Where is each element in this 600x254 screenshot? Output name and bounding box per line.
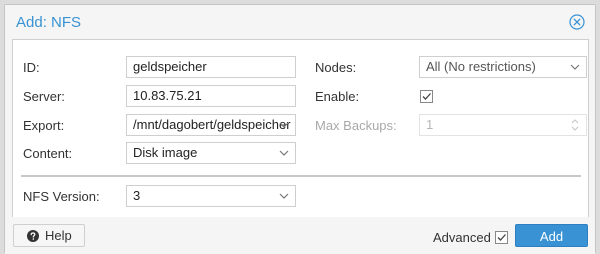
max-backups-input[interactable]: 1: [419, 114, 587, 136]
add-label: Add: [539, 229, 564, 244]
enable-checkbox[interactable]: [420, 90, 433, 103]
checkmark-icon: [422, 93, 431, 100]
max-backups-label: Max Backups:: [315, 118, 397, 133]
export-value: /mnt/dagobert/geldspeicher: [133, 117, 291, 132]
chevron-down-icon: [279, 193, 289, 199]
nfs-version-value: 3: [133, 188, 141, 203]
chevron-down-icon: [279, 150, 289, 156]
question-circle-icon: [27, 230, 39, 242]
help-label: Help: [45, 228, 72, 243]
export-label: Export:: [23, 118, 65, 133]
nodes-value: All (No restrictions): [426, 59, 536, 74]
advanced-label: Advanced: [433, 230, 491, 245]
max-backups-value: 1: [426, 117, 434, 132]
spinner-arrows-icon: [571, 119, 579, 131]
nfs-version-label: NFS Version:: [23, 189, 100, 204]
section-divider: [21, 175, 581, 177]
export-select[interactable]: /mnt/dagobert/geldspeicher: [126, 114, 296, 136]
checkmark-icon: [497, 234, 506, 241]
content-value: Disk image: [133, 145, 198, 160]
chevron-down-icon: [279, 122, 289, 128]
id-value: geldspeicher: [133, 59, 207, 74]
enable-label: Enable:: [315, 89, 360, 104]
close-icon[interactable]: [569, 14, 585, 30]
nfs-version-select[interactable]: 3: [126, 185, 296, 207]
nodes-select[interactable]: All (No restrictions): [419, 56, 587, 78]
dialog-titlebar: Add: NFS: [5, 5, 595, 39]
add-button[interactable]: Add: [515, 224, 588, 247]
server-input[interactable]: 10.83.75.21: [126, 85, 296, 107]
dialog-footer: Help Advanced Add: [5, 217, 595, 254]
help-button[interactable]: Help: [13, 224, 85, 247]
content-label: Content:: [23, 146, 73, 161]
dialog-title: Add: NFS: [16, 14, 82, 31]
nodes-label: Nodes:: [315, 60, 357, 75]
content-select[interactable]: Disk image: [126, 142, 296, 164]
advanced-checkbox[interactable]: [495, 231, 508, 244]
dialog-body: ID: geldspeicher Server: 10.83.75.21 Exp…: [12, 39, 589, 217]
add-nfs-dialog: Add: NFS ID: geldspeicher Server: 10.83.…: [4, 4, 596, 254]
id-label: ID:: [23, 60, 40, 75]
server-label: Server:: [23, 89, 65, 104]
server-value: 10.83.75.21: [133, 88, 202, 103]
id-input[interactable]: geldspeicher: [126, 56, 296, 78]
chevron-down-icon: [570, 64, 580, 70]
